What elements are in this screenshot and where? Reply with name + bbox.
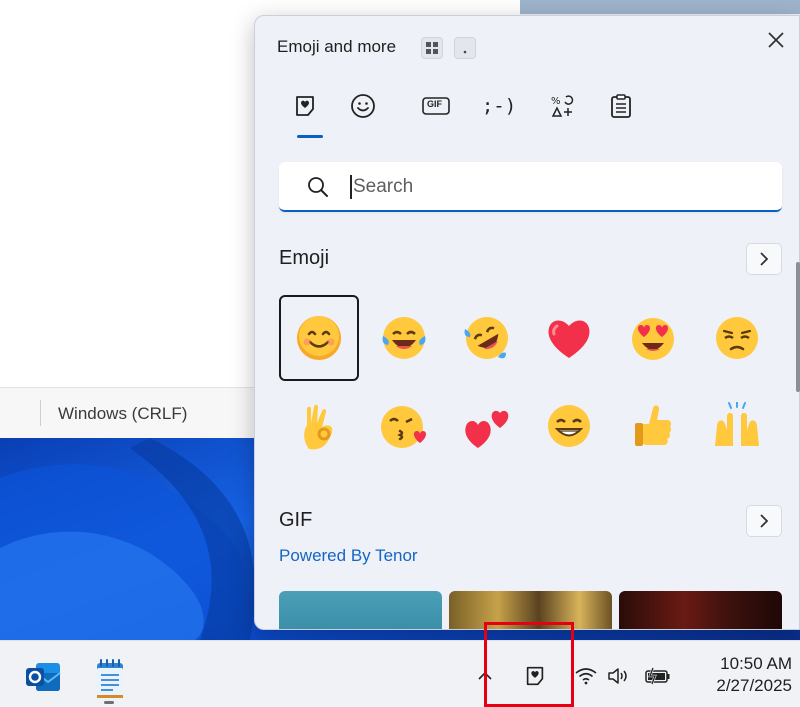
- emoji-more-button[interactable]: [746, 243, 782, 275]
- window-edge: [520, 0, 800, 14]
- emoji-raising-hands[interactable]: [697, 383, 777, 469]
- emoji-beaming-face[interactable]: [529, 383, 609, 469]
- active-tab-indicator: [297, 135, 323, 138]
- chevron-right-icon: [760, 252, 769, 266]
- chevron-right-icon: [760, 514, 769, 528]
- emoji-kissing-heart[interactable]: [364, 383, 444, 469]
- tab-gif[interactable]: GIF: [416, 88, 456, 124]
- search-box[interactable]: [279, 162, 782, 212]
- emoji-tears-of-joy[interactable]: [364, 295, 444, 381]
- grid-view-icon[interactable]: [421, 37, 443, 59]
- clock-time: 10:50 AM: [720, 654, 792, 673]
- highlight-box: [484, 622, 574, 707]
- gif-thumbnail[interactable]: [619, 591, 782, 629]
- symbols-icon: %: [551, 95, 574, 117]
- emoji-two-hearts[interactable]: [447, 383, 527, 469]
- search-input[interactable]: [353, 171, 753, 203]
- gif-section-title: GIF: [279, 509, 313, 531]
- emoji-smiling-face[interactable]: [279, 295, 359, 381]
- emoji-heart-eyes[interactable]: [613, 295, 693, 381]
- gif-tab-label: GIF: [427, 99, 442, 109]
- panel-scrollbar[interactable]: [796, 262, 800, 392]
- close-button[interactable]: [762, 26, 790, 54]
- wifi-icon[interactable]: [574, 663, 598, 689]
- emoji-ok-hand[interactable]: [279, 383, 359, 469]
- gif-thumbnail[interactable]: [279, 591, 442, 629]
- powered-by-tenor-link[interactable]: Powered By Tenor: [279, 546, 418, 566]
- tab-kaomoji[interactable]: ;-): [479, 88, 519, 124]
- battery-charging-icon[interactable]: [644, 663, 672, 689]
- svg-text:%: %: [551, 96, 561, 107]
- taskbar-clock[interactable]: 10:50 AM 2/27/2025: [688, 653, 792, 697]
- emoji-rolling-laughing[interactable]: [447, 295, 527, 381]
- tab-emoji[interactable]: [285, 88, 325, 124]
- active-app-indicator: [104, 701, 114, 704]
- emoji-panel: Emoji and more GIF ;-) % Search Emoji GI…: [254, 15, 800, 630]
- volume-icon[interactable]: [606, 663, 632, 689]
- taskbar: 10:50 AM 2/27/2025: [0, 640, 800, 707]
- text-caret: [350, 175, 352, 199]
- tab-smiley[interactable]: [343, 88, 383, 124]
- emoji-section-title: Emoji: [279, 247, 330, 269]
- tab-symbols[interactable]: %: [542, 88, 582, 124]
- status-divider: [40, 400, 41, 426]
- period-key-icon[interactable]: [454, 37, 476, 59]
- emoji-red-heart[interactable]: [529, 295, 609, 381]
- close-icon: [768, 32, 784, 48]
- smiley-icon: [351, 94, 375, 118]
- gif-more-button[interactable]: [746, 505, 782, 537]
- outlook-app-icon[interactable]: [24, 657, 64, 697]
- clipboard-icon: [611, 94, 631, 118]
- emoji-thumbs-up[interactable]: [613, 383, 693, 469]
- emoji-pleading-face[interactable]: [697, 295, 777, 381]
- tab-clipboard[interactable]: [601, 88, 641, 124]
- search-icon: [308, 177, 328, 197]
- panel-title: Emoji and more: [277, 37, 397, 56]
- notepad-app-icon[interactable]: [90, 657, 130, 698]
- clock-date: 2/27/2025: [716, 676, 792, 695]
- heart-sticker-icon: [296, 96, 314, 116]
- kaomoji-tab-label: ;-): [481, 95, 517, 117]
- status-encoding[interactable]: Windows (CRLF): [58, 404, 187, 424]
